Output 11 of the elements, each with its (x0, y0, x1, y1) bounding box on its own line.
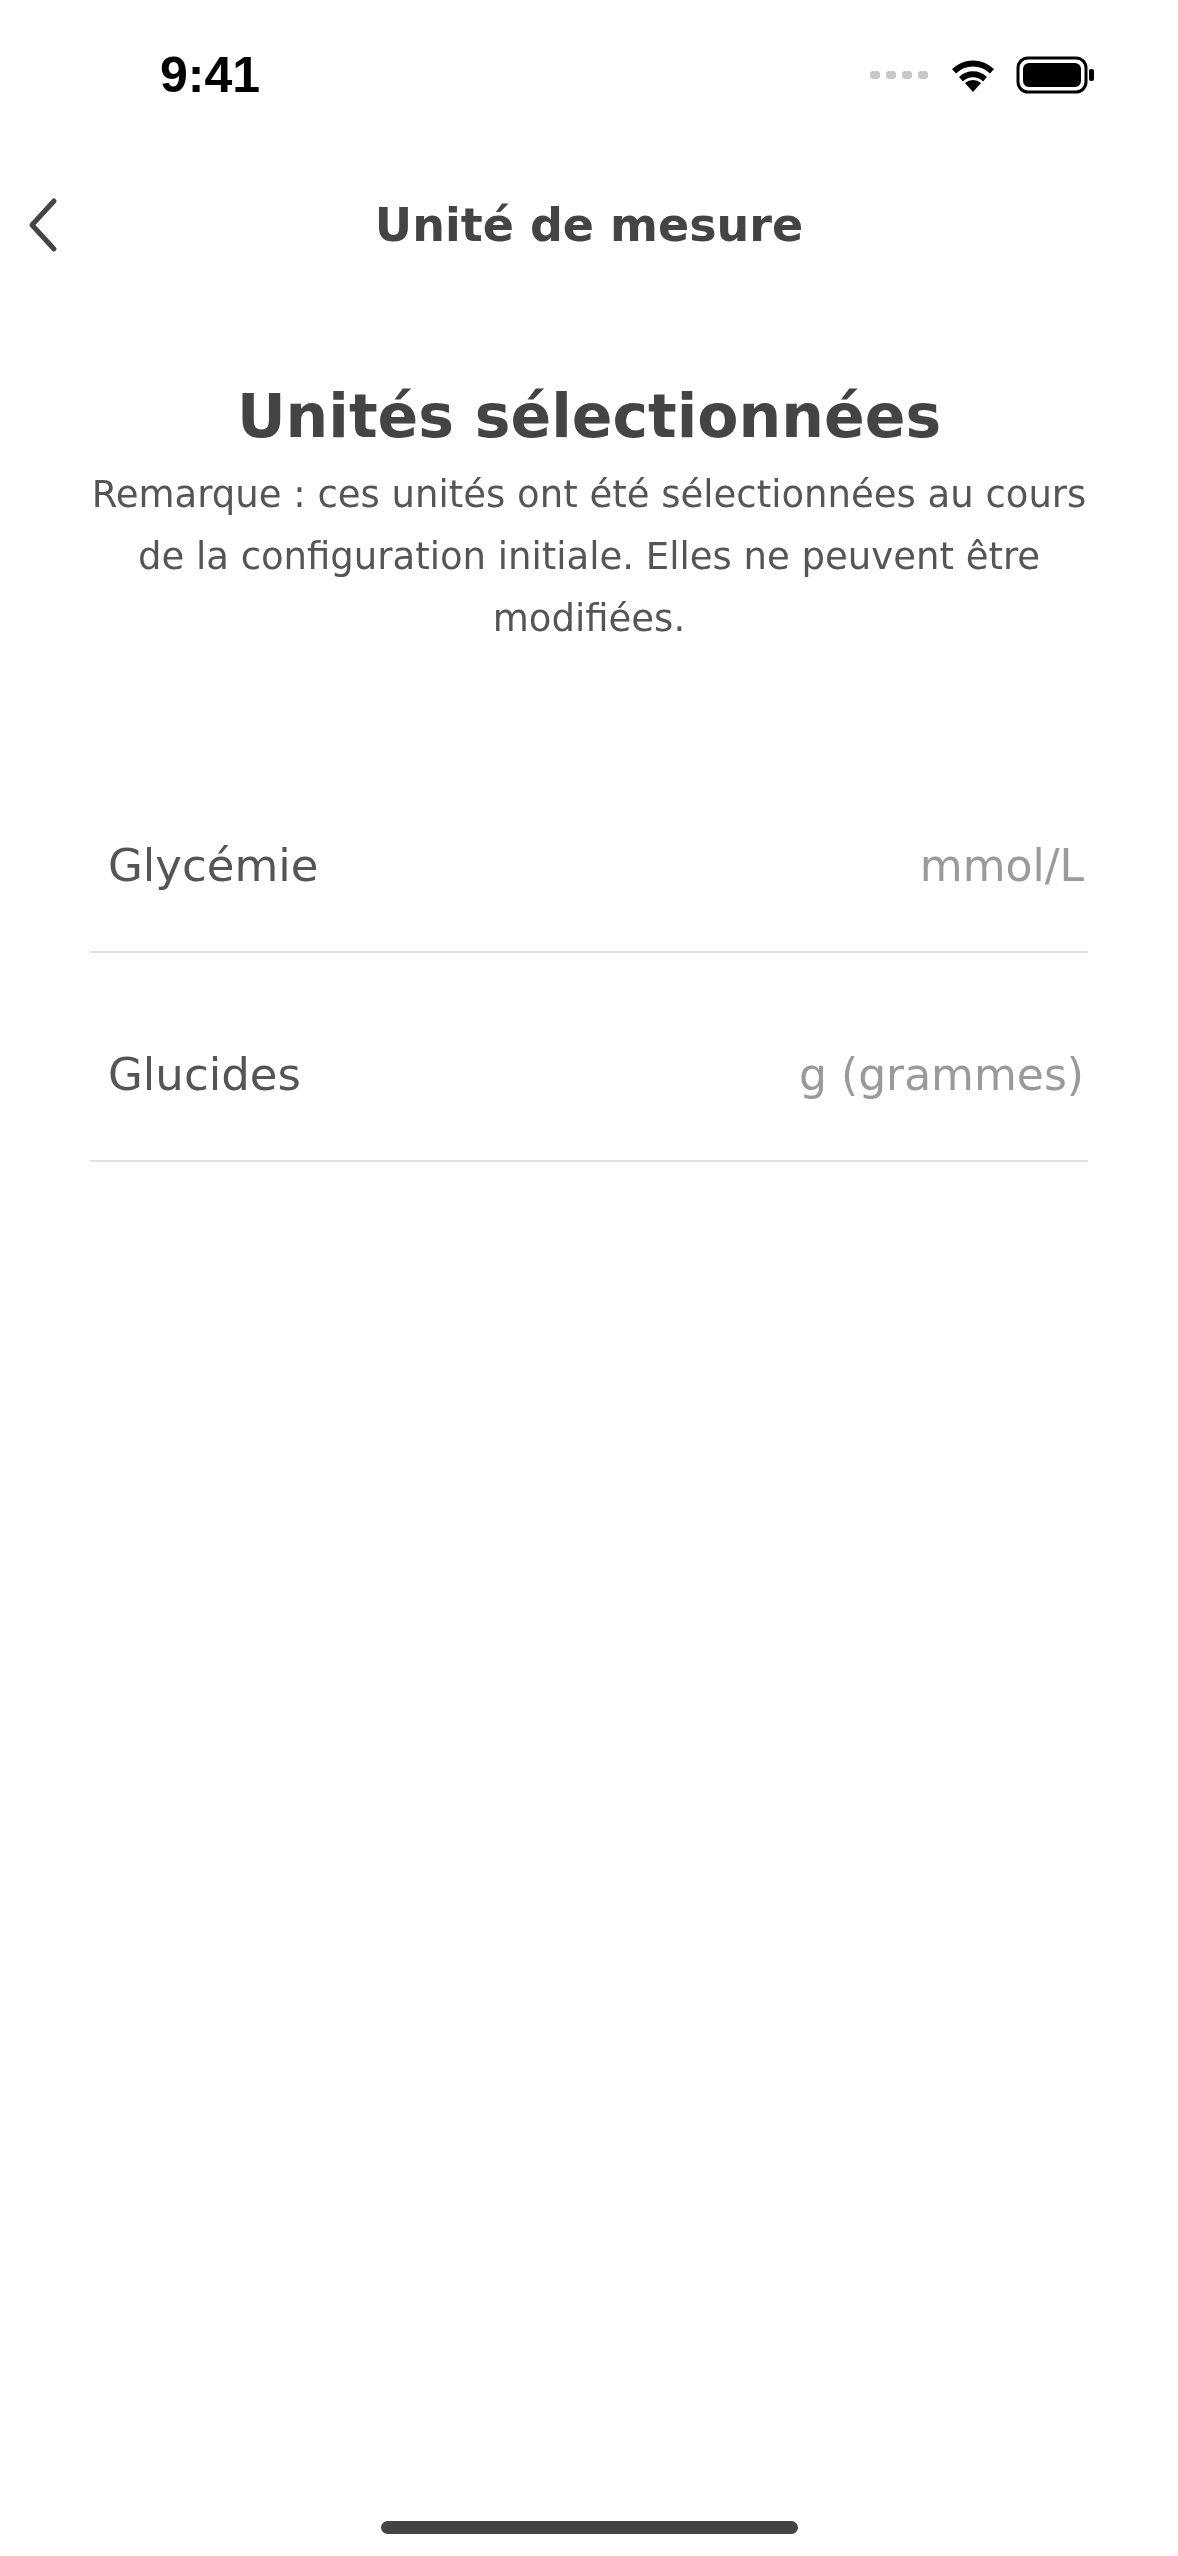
unit-label: Glucides (108, 1047, 301, 1103)
unit-value: mmol/L (919, 839, 1084, 893)
signal-icon (870, 69, 930, 81)
back-button[interactable] (28, 197, 58, 253)
section-heading: Unités sélectionnées (235, 380, 943, 452)
screen-title: Unité de mesure (374, 198, 804, 252)
status-time: 9:41 (160, 46, 261, 104)
unit-value: g (grammes) (799, 1048, 1084, 1102)
note-text: Remarque : ces unités ont été sélectionnées au cours de la configuration initiale. Elles ne peuvent être modifiées. (90, 472, 1088, 642)
unit-label: Glycémie (108, 838, 319, 894)
battery-icon (1016, 56, 1096, 94)
